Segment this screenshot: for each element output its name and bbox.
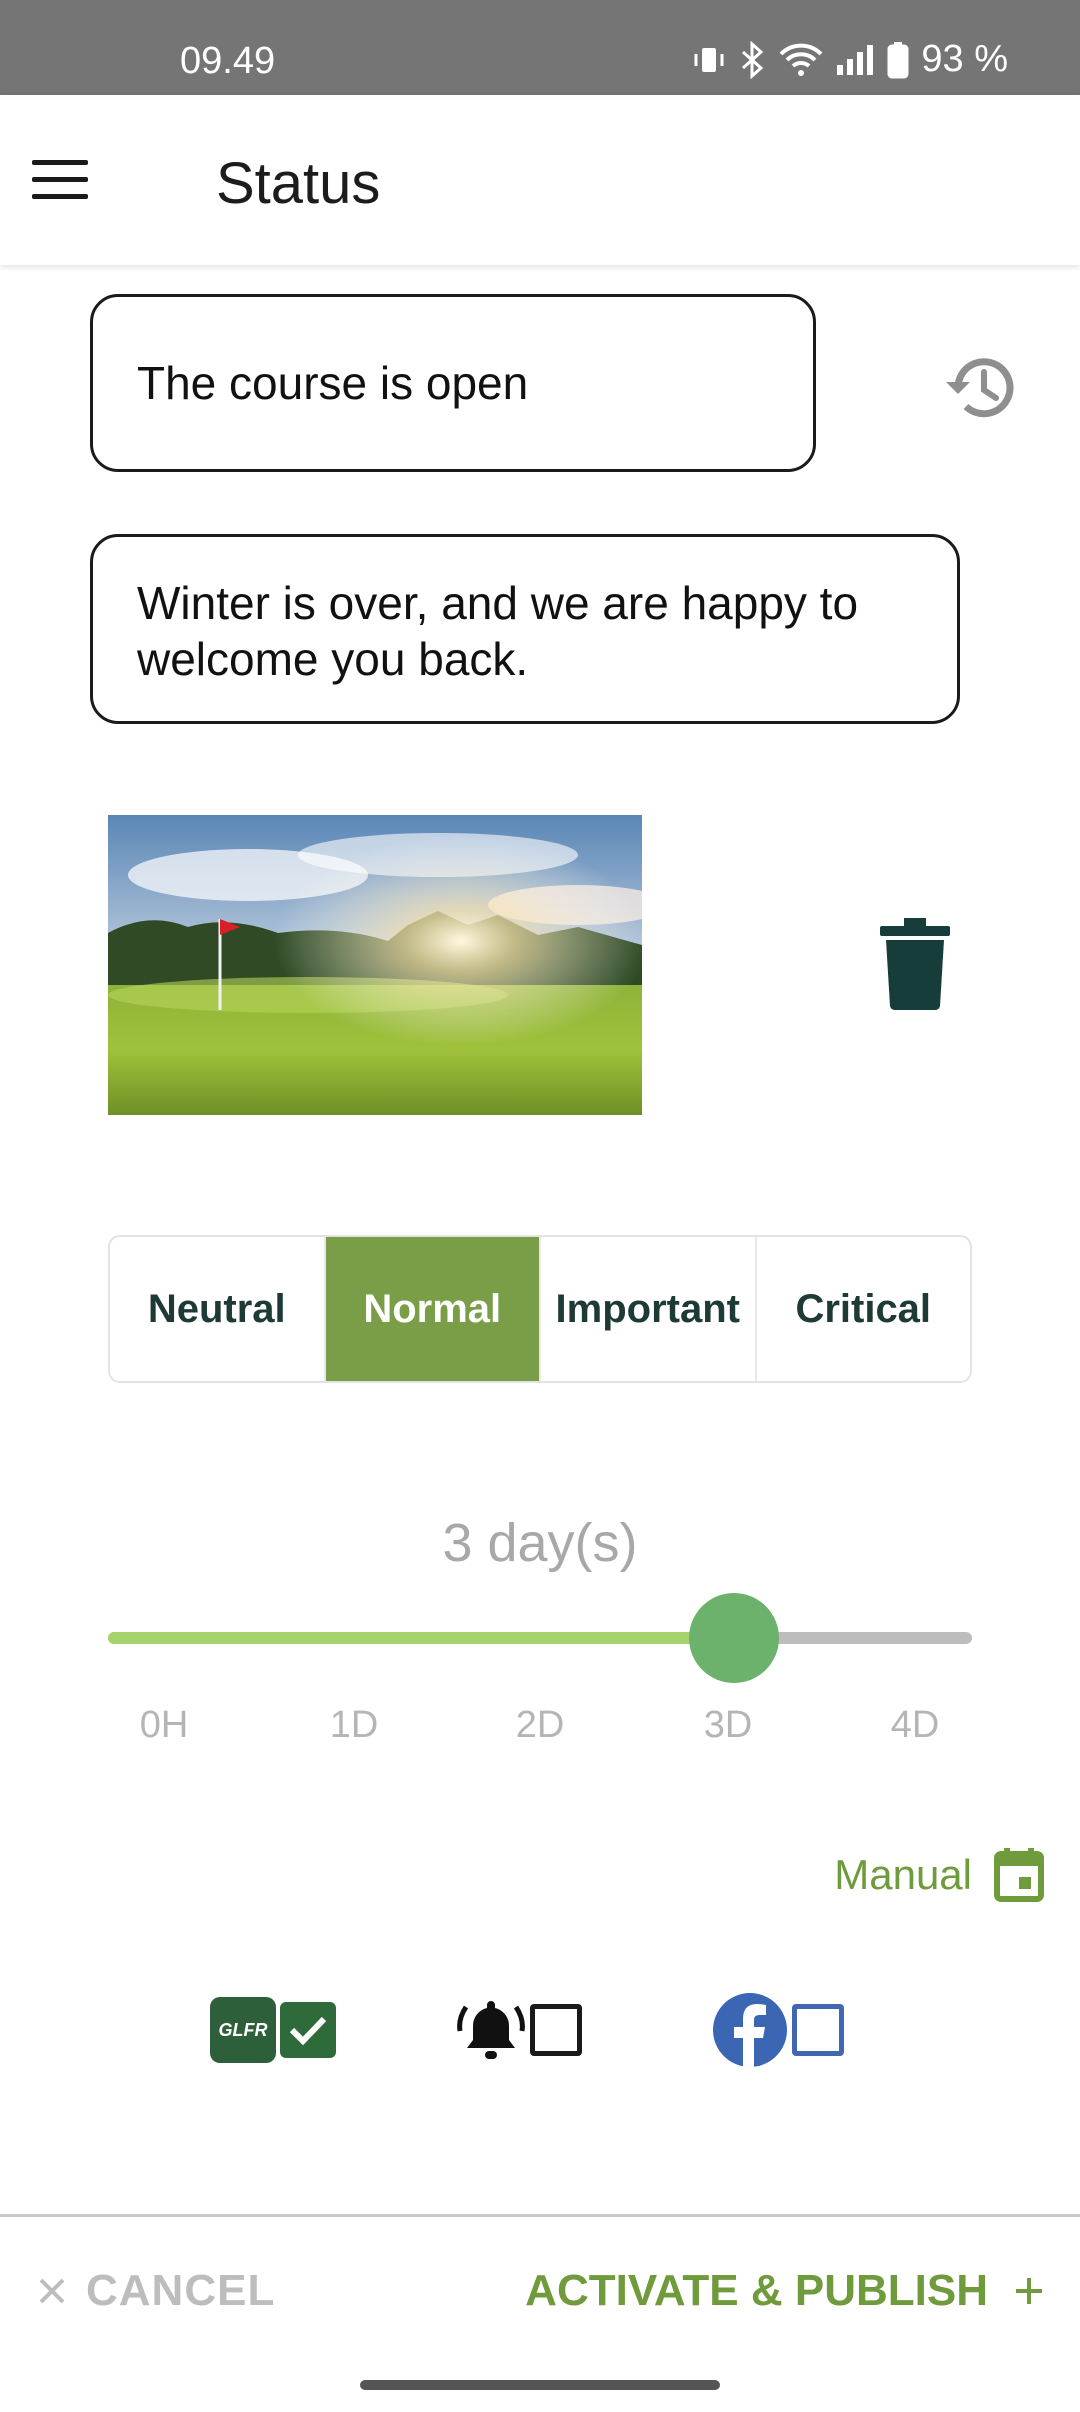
status-icons: 93 % [691, 38, 1008, 81]
duration-slider-fill [108, 1632, 735, 1644]
duration-tick-2d: 2D [515, 1704, 565, 1746]
app-bar: Status [0, 95, 1080, 265]
bell-icon [457, 2001, 525, 2059]
delete-image-icon[interactable] [880, 918, 950, 1010]
bluetooth-icon [742, 40, 764, 79]
battery-icon [887, 41, 909, 78]
publish-label: ACTIVATE & PUBLISH [525, 2266, 988, 2315]
duration-slider-thumb[interactable] [689, 1593, 780, 1683]
calendar-icon [994, 1848, 1044, 1902]
severity-option-critical[interactable]: Critical [757, 1237, 971, 1381]
duration-label: 3 day(s) [442, 1513, 638, 1573]
channel-facebook[interactable] [712, 1990, 844, 2070]
home-indicator [360, 2380, 720, 2390]
manual-label: Manual [834, 1851, 972, 1898]
duration-tick-1d: 1D [329, 1704, 379, 1746]
duration-slider-track[interactable] [108, 1632, 972, 1644]
vibrate-icon [694, 47, 724, 72]
plus-icon [1016, 2278, 1042, 2304]
facebook-checkbox[interactable] [792, 2004, 844, 2056]
hamburger-menu-icon[interactable] [32, 160, 88, 200]
notification-checkbox[interactable] [530, 2004, 582, 2056]
channel-notification[interactable] [456, 1990, 582, 2070]
duration-tick-3d: 3D [703, 1704, 753, 1746]
page-title: Status [216, 151, 381, 216]
status-message-input[interactable]: Winter is over, and we are happy to welc… [90, 534, 960, 724]
history-icon[interactable] [936, 344, 1024, 432]
activate-publish-button[interactable]: ACTIVATE & PUBLISH [525, 2266, 1044, 2316]
close-icon [39, 2278, 65, 2304]
glfr-checkbox-checked[interactable] [280, 2002, 336, 2058]
clock: 09.49 [180, 40, 276, 82]
glfr-logo: GLFR [210, 1997, 276, 2063]
severity-selector: Neutral Normal Important Critical [108, 1235, 972, 1383]
battery-percentage: 93 % [921, 38, 1008, 80]
severity-option-neutral[interactable]: Neutral [110, 1237, 326, 1381]
facebook-icon [713, 1993, 787, 2068]
signal-icon [837, 44, 874, 75]
duration-tick-4d: 4D [890, 1704, 940, 1746]
status-image [108, 815, 642, 1115]
system-status-bar: 09.49 93 % [0, 0, 1080, 95]
bottom-divider [0, 2214, 1080, 2217]
checkmark-icon [289, 2016, 327, 2046]
duration-tick-0h: 0H [139, 1704, 189, 1746]
cancel-label: CANCEL [86, 2266, 276, 2315]
cancel-button[interactable]: CANCEL [38, 2266, 275, 2316]
severity-option-important[interactable]: Important [541, 1237, 757, 1381]
channel-glfr[interactable]: GLFR [210, 1990, 336, 2070]
manual-date-button[interactable]: Manual [834, 1848, 1044, 1902]
severity-option-normal[interactable]: Normal [325, 1237, 541, 1381]
wifi-icon [779, 43, 823, 76]
status-title-input[interactable]: The course is open [90, 294, 816, 472]
